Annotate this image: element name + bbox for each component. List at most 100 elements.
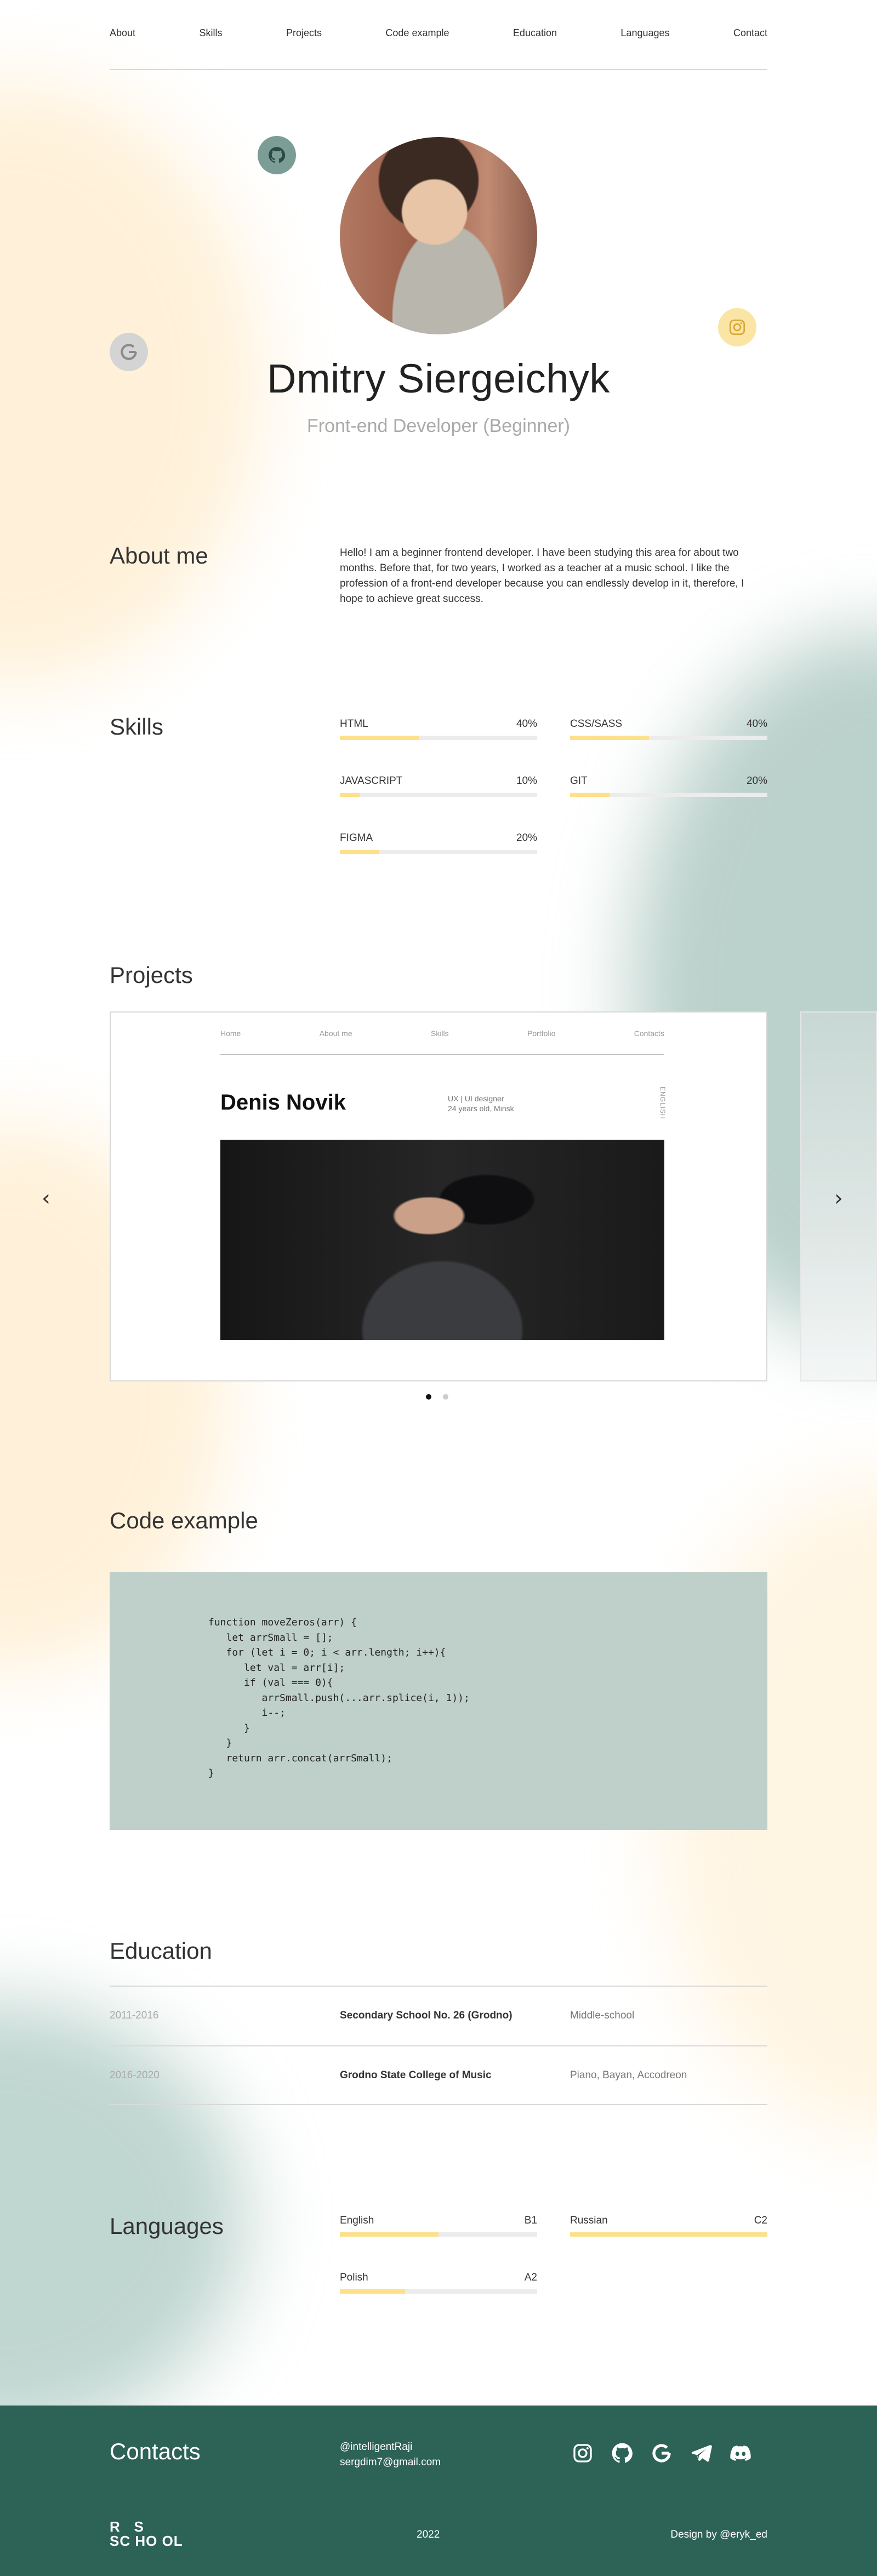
- contact-email[interactable]: sergdim7@gmail.com: [340, 2455, 441, 2470]
- github-link[interactable]: [258, 136, 296, 174]
- carousel-prev-button[interactable]: ‹: [42, 1186, 50, 1211]
- divider: [110, 1986, 767, 1987]
- skill-item: GIT 20%: [570, 775, 767, 797]
- divider: [110, 2104, 767, 2105]
- skill-percent: 40%: [746, 718, 767, 730]
- nav-item-about[interactable]: About: [110, 27, 135, 39]
- skill-name: JAVASCRIPT: [340, 775, 403, 787]
- skill-name: FIGMA: [340, 832, 373, 844]
- code-snippet: function moveZeros(arr) { let arrSmall =…: [208, 1617, 470, 1779]
- about-text: Hello! I am a beginner frontend develope…: [340, 547, 744, 605]
- footer-discord-link[interactable]: [728, 2441, 753, 2466]
- footer-credit[interactable]: Design by @eryk_ed: [670, 2529, 767, 2541]
- education-desc: Piano, Bayan, Accodreon: [570, 2069, 687, 2081]
- language-name: Polish: [340, 2272, 368, 2283]
- footer-instagram-link[interactable]: [570, 2441, 595, 2466]
- discord-icon: [730, 2446, 751, 2461]
- skill-name: HTML: [340, 718, 368, 730]
- nav-item-languages[interactable]: Languages: [620, 27, 669, 39]
- footer-github-link[interactable]: [610, 2441, 635, 2466]
- nav-item-contact[interactable]: Contact: [733, 27, 767, 39]
- instagram-icon: [573, 2444, 592, 2463]
- skill-bar: [340, 736, 537, 740]
- instagram-link[interactable]: [718, 308, 756, 346]
- language-bar-fill: [570, 2232, 767, 2237]
- languages-title: Languages: [110, 2213, 224, 2239]
- education-years: 2016-2020: [110, 2069, 160, 2081]
- logo-line: SC HO OL: [110, 2533, 183, 2549]
- preview-photo: [220, 1140, 664, 1340]
- skill-bar: [570, 793, 767, 797]
- nav-item-skills[interactable]: Skills: [199, 27, 222, 39]
- contact-handle[interactable]: @intelligentRaji: [340, 2439, 441, 2455]
- skill-item: HTML 40%: [340, 718, 537, 740]
- carousel-dot-active[interactable]: [426, 1394, 431, 1400]
- profile-photo: [340, 137, 537, 334]
- preview-vertical-text: ENGLISH: [659, 1087, 667, 1119]
- footer-google-link[interactable]: [649, 2441, 674, 2466]
- footer-social-icons: [570, 2441, 753, 2466]
- skill-bar: [340, 793, 537, 797]
- language-bar-fill: [340, 2232, 438, 2237]
- nav-item-education[interactable]: Education: [513, 27, 557, 39]
- skill-name: GIT: [570, 775, 588, 787]
- skill-bar: [340, 850, 537, 854]
- github-icon: [269, 147, 286, 163]
- preview-nav-item: Home: [220, 1029, 241, 1038]
- skill-percent: 10%: [516, 775, 537, 787]
- education-school: Secondary School No. 26 (Grodno): [340, 2010, 512, 2021]
- logo-line: R S: [110, 2518, 144, 2535]
- preview-nav-item: Contacts: [634, 1029, 664, 1038]
- hero-name: Dmitry Siergeichyk: [267, 356, 610, 401]
- language-bar: [340, 2232, 537, 2237]
- project-slide[interactable]: Home About me Skills Portfolio Contacts …: [110, 1011, 767, 1381]
- hero-role: Front-end Developer (Beginner): [306, 416, 571, 436]
- skill-percent: 20%: [746, 775, 767, 787]
- preview-nav-item: Skills: [430, 1029, 449, 1038]
- skill-percent: 20%: [516, 832, 537, 844]
- skill-item: FIGMA 20%: [340, 832, 537, 854]
- nav-item-code-example[interactable]: Code example: [385, 27, 449, 39]
- language-level: C2: [754, 2215, 767, 2226]
- education-years: 2011-2016: [110, 2010, 159, 2021]
- skill-item: CSS/SASS 40%: [570, 718, 767, 740]
- top-nav: About Skills Projects Code example Educa…: [110, 0, 767, 70]
- preview-nav: Home About me Skills Portfolio Contacts: [220, 1029, 664, 1055]
- nav-item-projects[interactable]: Projects: [286, 27, 322, 39]
- preview-subtitle-line: UX | UI designer: [448, 1094, 504, 1103]
- language-name: Russian: [570, 2215, 608, 2226]
- about-title: About me: [110, 543, 208, 568]
- school-logo: R S SC HO OL: [110, 2520, 183, 2548]
- preview-nav-item: Portfolio: [527, 1029, 556, 1038]
- telegram-icon: [691, 2445, 712, 2462]
- footer-year: 2022: [417, 2529, 440, 2540]
- code-block: function moveZeros(arr) { let arrSmall =…: [110, 1572, 767, 1830]
- footer-telegram-link[interactable]: [688, 2441, 714, 2466]
- carousel-dot[interactable]: [443, 1394, 448, 1400]
- instagram-icon: [729, 319, 745, 335]
- preview-nav-item: About me: [319, 1029, 352, 1038]
- code-title: Code example: [110, 1508, 258, 1533]
- skill-bar-fill: [570, 793, 610, 797]
- language-item: English B1: [340, 2215, 537, 2237]
- contact-info: @intelligentRaji sergdim7@gmail.com: [340, 2439, 441, 2470]
- skill-name: CSS/SASS: [570, 718, 623, 730]
- language-bar-fill: [340, 2289, 405, 2294]
- education-title: Education: [110, 1938, 212, 1964]
- skill-bar-fill: [340, 850, 379, 854]
- education-desc: Middle-school: [570, 2010, 635, 2021]
- skill-bar: [570, 736, 767, 740]
- footer: Contacts @intelligentRaji sergdim7@gmail…: [0, 2406, 877, 2576]
- language-level: A2: [524, 2272, 537, 2283]
- skill-item: JAVASCRIPT 10%: [340, 775, 537, 797]
- carousel-next-button[interactable]: ›: [834, 1186, 843, 1211]
- preview-title: Denis Novik: [220, 1090, 346, 1114]
- google-icon: [652, 2444, 671, 2463]
- divider: [110, 2045, 767, 2046]
- language-item: Russian C2: [570, 2215, 767, 2237]
- github-icon: [612, 2443, 633, 2463]
- skill-bar-fill: [340, 793, 360, 797]
- education-school: Grodno State College of Music: [340, 2069, 492, 2081]
- language-name: English: [340, 2215, 374, 2226]
- preview-subtitle: UX | UI designer 24 years old, Minsk: [448, 1094, 514, 1113]
